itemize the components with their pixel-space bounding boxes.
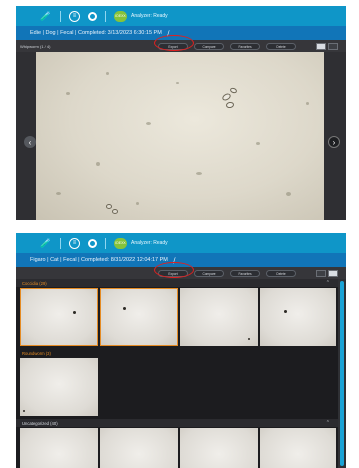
export-button[interactable]: Export — [158, 270, 188, 277]
debris — [136, 202, 139, 205]
collapse-chevron-icon[interactable]: ⌃ — [326, 280, 330, 286]
patient-info: Edie | Dog | Fecal | Completed: 3/13/202… — [30, 30, 162, 36]
gallery-scrollbar[interactable] — [338, 279, 346, 468]
parasite-spot — [73, 311, 76, 314]
debris — [106, 72, 109, 75]
divider — [60, 10, 61, 22]
debris — [196, 172, 202, 175]
status-label: Analyzer: Ready — [131, 240, 168, 246]
image-gallery: Coccidia (29) ⌃ Roundworm (3) Uncategori… — [16, 279, 338, 468]
parasite-egg — [229, 86, 238, 95]
image-viewer: ‹ › — [16, 52, 346, 220]
status-badge: IDEXX — [114, 237, 127, 249]
grid-view-toggle[interactable] — [328, 270, 338, 277]
section-label: Coccidia (29) — [22, 280, 47, 286]
settings-icon[interactable] — [88, 238, 97, 248]
section-header-roundworm[interactable]: Roundworm (3) — [16, 349, 338, 357]
edit-wand-icon[interactable]: ∕ — [173, 255, 177, 264]
result-info-bar: Figaro | Cat | Fecal | Completed: 8/31/2… — [16, 253, 346, 267]
favorites-button[interactable]: Favorites — [230, 43, 260, 50]
debris — [176, 82, 179, 84]
analyzer-status: IDEXX Analyzer: Ready — [114, 10, 168, 22]
image-thumbnail[interactable] — [20, 358, 98, 416]
section-header-coccidia[interactable]: Coccidia (29) ⌃ — [16, 279, 338, 287]
parasite-spot — [123, 307, 126, 310]
image-thumbnail[interactable] — [180, 428, 258, 468]
image-toolbar: Export Compare Favorites Delete — [16, 262, 346, 279]
app-top-bar: 🧪 ≡ IDEXX Analyzer: Ready — [16, 233, 346, 253]
list-icon[interactable]: ≡ — [69, 10, 80, 22]
parasite-egg — [225, 101, 235, 109]
favorites-button[interactable]: Favorites — [230, 270, 260, 277]
analyzer-status: IDEXX Analyzer: Ready — [114, 237, 168, 249]
next-image-button[interactable]: › — [328, 136, 340, 148]
image-thumbnail[interactable] — [20, 288, 98, 346]
collapse-chevron-icon[interactable]: ⌃ — [326, 420, 330, 426]
parasite-egg — [106, 204, 112, 209]
debris — [66, 92, 70, 95]
export-button[interactable]: Export — [158, 43, 188, 50]
status-label: Analyzer: Ready — [131, 13, 168, 19]
debris — [286, 192, 291, 196]
image-thumbnail[interactable] — [260, 288, 336, 346]
debris — [256, 142, 260, 145]
parasite-spot — [284, 310, 287, 313]
analyzer-screen-whipworm: 🧪 ≡ IDEXX Analyzer: Ready Edie | Dog | F… — [16, 6, 346, 220]
microscope-image — [36, 52, 324, 220]
result-info-bar: Edie | Dog | Fecal | Completed: 3/13/202… — [16, 26, 346, 40]
status-badge: IDEXX — [114, 10, 127, 22]
delete-button[interactable]: Delete — [266, 43, 296, 50]
analyzer-screen-gallery: 🧪 ≡ IDEXX Analyzer: Ready Figaro | Cat |… — [16, 233, 346, 468]
compare-button[interactable]: Compare — [194, 43, 224, 50]
patient-info: Figaro | Cat | Fecal | Completed: 8/31/2… — [30, 257, 168, 263]
parasite-spot — [23, 410, 25, 412]
delete-button[interactable]: Delete — [266, 270, 296, 277]
settings-icon[interactable] — [88, 11, 97, 21]
debris — [56, 192, 61, 195]
edit-wand-icon[interactable]: ∕ — [167, 28, 171, 37]
image-thumbnail[interactable] — [100, 288, 178, 346]
image-thumbnail[interactable] — [100, 428, 178, 468]
divider — [105, 10, 106, 22]
divider — [60, 237, 61, 249]
single-view-toggle[interactable] — [316, 270, 326, 277]
image-thumbnail[interactable] — [20, 428, 98, 468]
previous-image-button[interactable]: ‹ — [24, 136, 36, 148]
parasite-spot — [248, 338, 250, 340]
image-thumbnail[interactable] — [180, 288, 258, 346]
image-thumbnail[interactable] — [260, 428, 336, 468]
app-top-bar: 🧪 ≡ IDEXX Analyzer: Ready — [16, 6, 346, 26]
parasite-egg — [112, 209, 118, 214]
image-label: Whipworm (1 / 4) — [20, 43, 51, 49]
divider — [105, 237, 106, 249]
sample-tube-icon[interactable]: 🧪 — [40, 10, 52, 22]
list-icon[interactable]: ≡ — [69, 237, 80, 249]
image-toolbar: Whipworm (1 / 4) Export Compare Favorite… — [16, 35, 346, 52]
parasite-egg — [221, 92, 232, 102]
debris — [306, 102, 309, 105]
section-label: Roundworm (3) — [22, 350, 51, 356]
scrollbar-thumb[interactable] — [340, 281, 344, 466]
section-label: Uncategorized (40) — [22, 420, 58, 426]
compare-button[interactable]: Compare — [194, 270, 224, 277]
section-header-uncategorized[interactable]: Uncategorized (40) ⌃ — [16, 419, 338, 427]
sample-tube-icon[interactable]: 🧪 — [40, 237, 52, 249]
debris — [96, 162, 100, 166]
grid-view-toggle[interactable] — [328, 43, 338, 50]
debris — [146, 122, 151, 125]
single-view-toggle[interactable] — [316, 43, 326, 50]
